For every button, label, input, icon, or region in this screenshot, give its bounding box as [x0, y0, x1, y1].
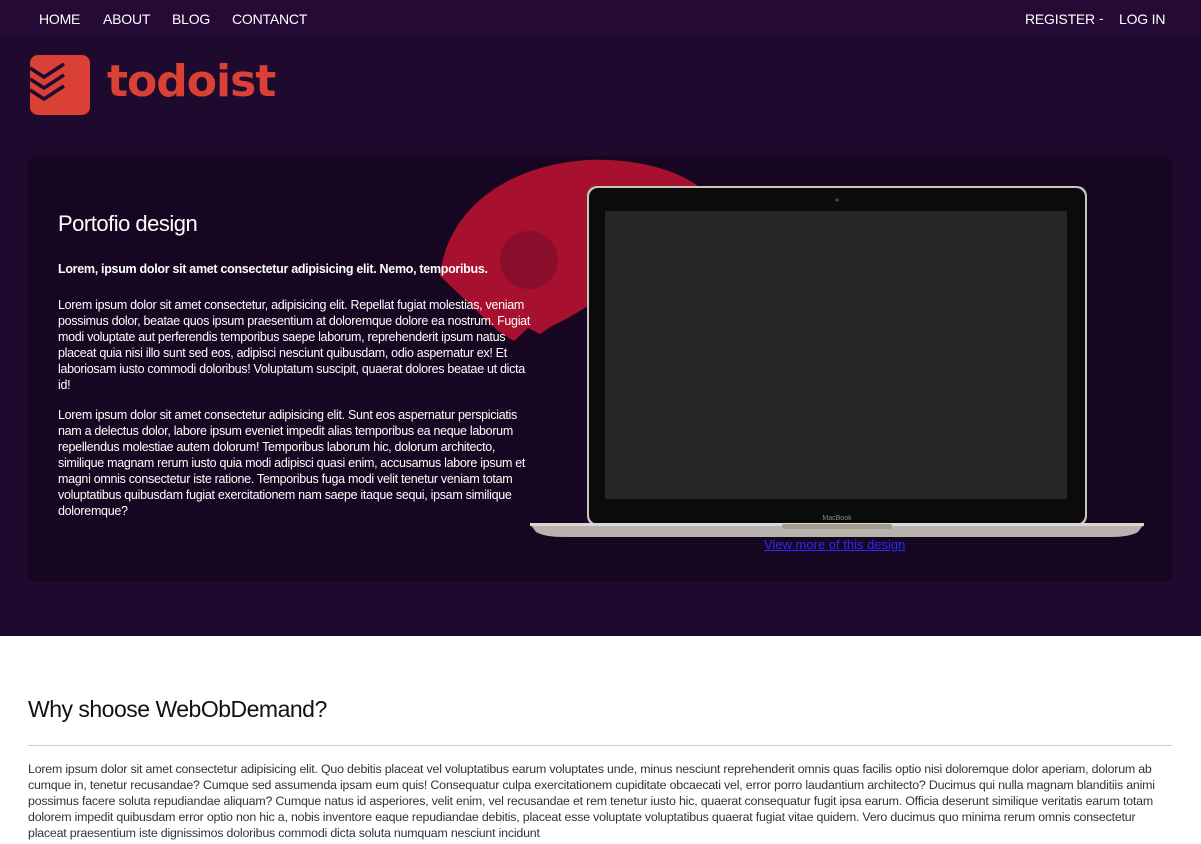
nav-blog-link[interactable]: BLOG — [172, 11, 210, 27]
hero-paragraph-2: Lorem ipsum dolor sit amet consectetur a… — [58, 408, 526, 518]
hero-title: Portofio design — [58, 211, 198, 236]
brand-name[interactable]: todoist — [107, 56, 276, 107]
why-body-text: Lorem ipsum dolor sit amet consectetur a… — [28, 762, 1155, 840]
divider — [28, 745, 1172, 746]
laptop-brand-label: MacBook — [822, 515, 852, 522]
nav-contact-link[interactable]: CONTANCT — [232, 11, 307, 27]
view-design-link[interactable]: View more of this design — [764, 537, 905, 552]
nav-home-link[interactable]: HOME — [39, 11, 80, 27]
nav-about-link[interactable]: ABOUT — [103, 11, 150, 27]
nav-separator: - — [1099, 10, 1104, 26]
laptop-mockup: MacBook — [530, 186, 1144, 537]
portfolio-card: Portofio design Lorem, ipsum dolor sit a… — [28, 156, 1172, 582]
nav-login-link[interactable]: LOG IN — [1119, 11, 1165, 27]
hero-lead: Lorem, ipsum dolor sit amet consectetur … — [58, 262, 488, 276]
laptop-screen — [605, 211, 1067, 499]
hero-paragraph-1: Lorem ipsum dolor sit amet consectetur, … — [58, 298, 531, 392]
nav-register-link[interactable]: REGISTER — [1025, 11, 1095, 27]
top-navbar: HOME ABOUT BLOG CONTANCT REGISTER - LOG … — [0, 0, 1201, 38]
todoist-logo-icon[interactable] — [29, 55, 90, 115]
why-heading: Why shoose WebObDemand? — [28, 696, 327, 722]
